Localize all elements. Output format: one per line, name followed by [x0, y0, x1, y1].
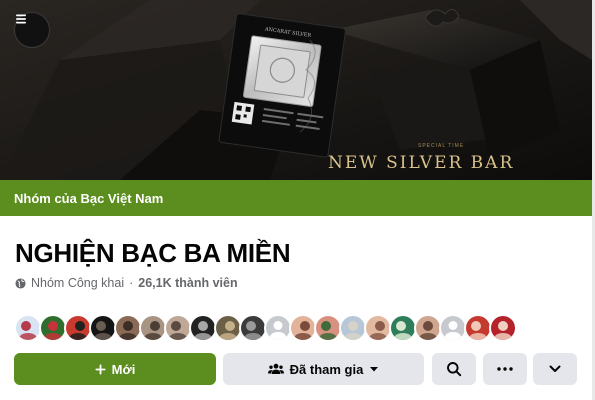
cover-photo: ANCARAT SILVER SPECIAL TIME NEW SILVER B…: [0, 0, 592, 180]
people-icon: [267, 363, 284, 374]
group-info-panel: NGHIỆN BẠC BA MIỀN Nhóm Công khai · 26,1…: [0, 216, 592, 400]
member-avatar[interactable]: [189, 314, 217, 342]
default-avatar-icon: [441, 316, 465, 340]
menu-button[interactable]: [14, 12, 50, 48]
default-avatar[interactable]: [264, 314, 292, 342]
avatar-photo: [416, 316, 440, 340]
ellipsis-icon: [497, 367, 513, 371]
more-options-button[interactable]: [483, 353, 527, 385]
plus-icon: [95, 363, 106, 375]
joined-button[interactable]: Đã tham gia: [223, 353, 424, 385]
globe-icon: [15, 277, 26, 289]
avatar-photo: [366, 316, 390, 340]
avatar-photo: [291, 316, 315, 340]
member-avatar[interactable]: [39, 314, 67, 342]
member-avatar[interactable]: [14, 314, 42, 342]
member-avatar[interactable]: [239, 314, 267, 342]
avatar-photo: [41, 316, 65, 340]
avatar-photo: [491, 316, 515, 340]
search-button[interactable]: [432, 353, 476, 385]
promo-caption: SPECIAL TIME: [418, 143, 465, 149]
new-post-label: Mới: [111, 361, 136, 377]
parent-group-label[interactable]: Nhóm của Bạc Việt Nam: [14, 191, 163, 206]
expand-button[interactable]: [533, 353, 577, 385]
member-avatar[interactable]: [364, 314, 392, 342]
member-avatar[interactable]: [289, 314, 317, 342]
parent-group-bar[interactable]: Nhóm của Bạc Việt Nam: [0, 180, 592, 216]
avatar-photo: [166, 316, 190, 340]
member-avatar[interactable]: [214, 314, 242, 342]
default-avatar-icon: [266, 316, 290, 340]
member-avatar[interactable]: [489, 314, 517, 342]
promo-title: NEW SILVER BAR: [328, 153, 515, 173]
member-avatar[interactable]: [164, 314, 192, 342]
meta-separator: ·: [129, 276, 134, 290]
avatar-photo: [341, 316, 365, 340]
group-title: NGHIỆN BẠC BA MIỀN: [15, 238, 291, 268]
default-avatar[interactable]: [439, 314, 467, 342]
member-avatar[interactable]: [414, 314, 442, 342]
avatar-photo: [116, 316, 140, 340]
avatar-photo: [191, 316, 215, 340]
hamburger-menu-icon: [16, 14, 26, 24]
avatar-photo: [316, 316, 340, 340]
member-avatars[interactable]: [14, 314, 517, 342]
avatar-photo: [141, 316, 165, 340]
avatar-photo: [91, 316, 115, 340]
avatar-photo: [216, 316, 240, 340]
member-avatar[interactable]: [389, 314, 417, 342]
member-avatar[interactable]: [464, 314, 492, 342]
avatar-photo: [16, 316, 40, 340]
group-privacy[interactable]: Nhóm Công khai: [31, 276, 124, 290]
search-icon: [447, 362, 462, 377]
avatar-photo: [466, 316, 490, 340]
member-avatar[interactable]: [89, 314, 117, 342]
joined-label: Đã tham gia: [289, 361, 364, 377]
member-avatar[interactable]: [114, 314, 142, 342]
new-post-button[interactable]: Mới: [14, 353, 216, 385]
chevron-down-icon: [549, 365, 561, 372]
avatar-photo: [391, 316, 415, 340]
member-count[interactable]: 26,1K thành viên: [138, 276, 237, 290]
caret-down-icon: [370, 367, 379, 372]
member-avatar[interactable]: [314, 314, 342, 342]
avatar-photo: [66, 316, 90, 340]
avatar-photo: [241, 316, 265, 340]
member-avatar[interactable]: [139, 314, 167, 342]
group-meta: Nhóm Công khai · 26,1K thành viên: [15, 276, 238, 290]
member-avatar[interactable]: [339, 314, 367, 342]
member-avatar[interactable]: [64, 314, 92, 342]
